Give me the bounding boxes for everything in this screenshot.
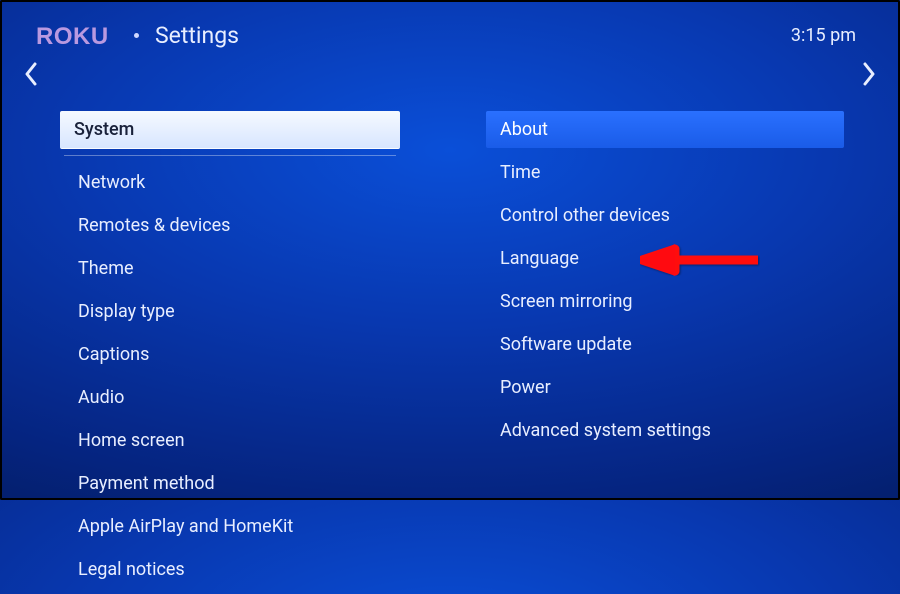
category-item-home-screen[interactable]: Home screen xyxy=(60,422,400,459)
nav-left-chevron-icon[interactable] xyxy=(22,59,40,89)
submenu-item-power[interactable]: Power xyxy=(486,369,844,406)
category-item-remotes[interactable]: Remotes & devices xyxy=(60,207,400,244)
category-item-audio[interactable]: Audio xyxy=(60,379,400,416)
submenu-item-software-update[interactable]: Software update xyxy=(486,326,844,363)
page-title: Settings xyxy=(155,22,239,49)
separator-dot xyxy=(134,33,139,38)
clock: 3:15 pm xyxy=(791,25,864,46)
header: ROKU Settings 3:15 pm xyxy=(0,0,900,49)
category-item-theme[interactable]: Theme xyxy=(60,250,400,287)
category-item-display-type[interactable]: Display type xyxy=(60,293,400,330)
header-left: ROKU Settings xyxy=(36,22,239,49)
submenu-item-about[interactable]: About xyxy=(486,111,844,148)
svg-text:ROKU: ROKU xyxy=(36,24,109,48)
category-item-legal[interactable]: Legal notices xyxy=(60,551,400,588)
system-submenu-list: About Time Control other devices Languag… xyxy=(458,111,872,594)
submenu-item-control-other[interactable]: Control other devices xyxy=(486,197,844,234)
divider xyxy=(64,155,396,156)
submenu-item-advanced[interactable]: Advanced system settings xyxy=(486,412,844,449)
category-item-captions[interactable]: Captions xyxy=(60,336,400,373)
submenu-item-time[interactable]: Time xyxy=(486,154,844,191)
category-item-payment[interactable]: Payment method xyxy=(60,465,400,502)
submenu-item-language[interactable]: Language xyxy=(486,240,844,277)
submenu-item-screen-mirroring[interactable]: Screen mirroring xyxy=(486,283,844,320)
category-item-airplay[interactable]: Apple AirPlay and HomeKit xyxy=(60,508,400,545)
category-item-system[interactable]: System xyxy=(60,111,400,149)
category-item-network[interactable]: Network xyxy=(60,164,400,201)
content-area: System Network Remotes & devices Theme D… xyxy=(0,49,900,594)
roku-logo: ROKU xyxy=(36,24,118,48)
settings-category-list: System Network Remotes & devices Theme D… xyxy=(28,111,428,594)
nav-right-chevron-icon[interactable] xyxy=(860,59,878,89)
